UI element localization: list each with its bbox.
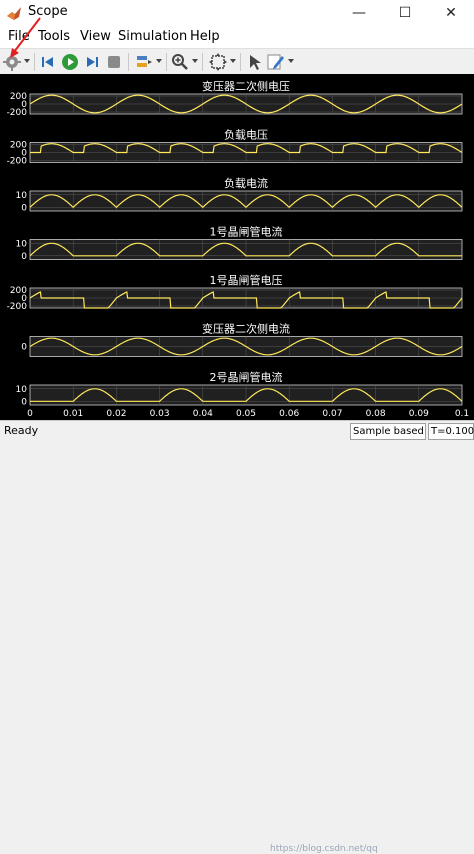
toolbar-separator — [34, 53, 35, 71]
fit-icon[interactable] — [208, 52, 228, 72]
x-tick-label: 0.1 — [455, 409, 469, 419]
window-title: Scope — [28, 4, 68, 19]
panel-title: 负载电流 — [224, 176, 268, 190]
step-forward-icon[interactable] — [82, 52, 102, 72]
x-tick-label: 0.04 — [193, 409, 213, 419]
settings-icon[interactable] — [2, 52, 22, 72]
minimize-button[interactable]: — — [336, 0, 382, 26]
cursor-icon[interactable] — [246, 52, 266, 72]
y-tick-label: -200 — [7, 302, 28, 312]
y-tick-label: 10 — [16, 191, 28, 201]
edit-icon[interactable] — [266, 52, 286, 72]
zoom-icon[interactable] — [170, 52, 190, 72]
menu-view[interactable]: View — [80, 29, 111, 44]
scope-panel: 2号晶闸管电流 10 00 0.01 0.02 0.03 0.04 0.05 0.06 0.07 0… — [16, 370, 470, 419]
settings-dropdown-icon[interactable] — [24, 59, 30, 63]
toolbar-separator — [128, 53, 129, 71]
status-bar: Ready https://blog.csdn.net/qq Sample ba… — [0, 420, 474, 854]
y-tick-label: 10 — [16, 239, 28, 249]
y-tick-label: -200 — [7, 157, 28, 167]
scope-display: 变压器二次侧电压2000-200负载电压2000-200负载电流1001号晶闸管… — [7, 79, 470, 419]
status-ready-text: Ready — [4, 424, 39, 437]
menu-file[interactable]: File — [8, 29, 30, 44]
run-icon[interactable] — [60, 52, 80, 72]
y-tick-label: 0 — [21, 203, 27, 213]
status-time: T=0.100 — [428, 423, 474, 440]
x-tick-label: 0.05 — [236, 409, 256, 419]
scope-panel: 变压器二次侧电压2000-200 — [7, 79, 463, 118]
x-tick-label: 0.09 — [409, 409, 429, 419]
x-tick-label: 0.03 — [150, 409, 170, 419]
toolbar-separator — [240, 53, 241, 71]
panel-title: 变压器二次侧电流 — [202, 322, 290, 336]
scope-panel: 负载电流 10 0 — [16, 176, 463, 213]
y-tick-label: -200 — [7, 108, 28, 118]
status-sample-mode: Sample based — [350, 423, 426, 440]
menu-help[interactable]: Help — [190, 29, 220, 44]
panel-title: 负载电压 — [224, 128, 268, 142]
x-tick-label: 0.07 — [322, 409, 342, 419]
scope-panel: 负载电压2000-200 — [7, 128, 463, 167]
highlight-dropdown-icon[interactable] — [156, 59, 162, 63]
x-tick-label: 0.08 — [366, 409, 386, 419]
maximize-button[interactable]: ☐ — [382, 0, 428, 26]
zoom-dropdown-icon[interactable] — [192, 59, 198, 63]
x-tick-label: 0.06 — [279, 409, 299, 419]
close-button[interactable]: ✕ — [428, 0, 474, 26]
toolbar — [0, 48, 474, 75]
panel-title: 1号晶闸管电压 — [210, 273, 283, 287]
rewind-icon[interactable] — [38, 52, 58, 72]
watermark-text: https://blog.csdn.net/qq — [270, 844, 378, 854]
matlab-app-icon — [7, 7, 21, 20]
panel-title: 2号晶闸管电流 — [210, 370, 283, 384]
panel-title: 1号晶闸管电流 — [210, 225, 283, 239]
scope-plot-area[interactable]: 变压器二次侧电压 200 0 -200 负载电压 200 0 -200 负载电流 10 0 1号晶闸管… — [0, 74, 474, 420]
x-tick-label: 0.01 — [63, 409, 83, 419]
menu-tools[interactable]: Tools — [38, 29, 70, 44]
edit-dropdown-icon[interactable] — [288, 59, 294, 63]
scope-panel: 1号晶闸管电压2000-200 — [7, 273, 463, 312]
y-tick-label: 0 — [21, 397, 27, 407]
highlight-icon[interactable] — [134, 52, 154, 72]
scope-panel: 变压器二次侧电流 0 — [21, 322, 463, 357]
toolbar-separator — [166, 53, 167, 71]
scope-panel: 1号晶闸管电流 10 0 — [16, 225, 463, 262]
menu-simulation[interactable]: Simulation — [118, 29, 187, 44]
stop-icon[interactable] — [104, 52, 124, 72]
x-tick-label: 0.02 — [106, 409, 126, 419]
title-bar: Scope — ☐ ✕ — [0, 0, 474, 26]
panel-title: 变压器二次侧电压 — [202, 79, 290, 93]
fit-dropdown-icon[interactable] — [230, 59, 236, 63]
toolbar-separator — [202, 53, 203, 71]
y-tick-label: 10 — [16, 385, 28, 395]
x-tick-label: 0 — [27, 409, 33, 419]
menu-bar: File Tools View Simulation Help — [0, 26, 474, 48]
y-tick-label: 0 — [21, 252, 27, 262]
y-tick-label: 0 — [21, 343, 27, 353]
